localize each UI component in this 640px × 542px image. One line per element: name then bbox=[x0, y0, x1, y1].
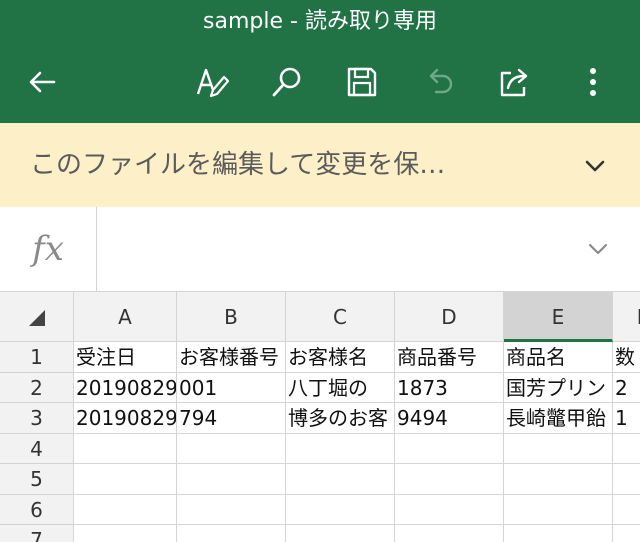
cell-a7[interactable] bbox=[74, 525, 177, 542]
chevron-down-icon[interactable] bbox=[580, 151, 610, 181]
save-disk-icon bbox=[347, 67, 377, 97]
draw-pen-icon bbox=[196, 68, 230, 98]
chevron-down-icon[interactable] bbox=[584, 235, 612, 263]
cell-e1[interactable]: 商品名 bbox=[504, 342, 613, 373]
cell-b1[interactable]: お客様番号 bbox=[177, 342, 286, 373]
row-header-5[interactable]: 5 bbox=[0, 464, 74, 495]
cell-a2[interactable]: 20190829 bbox=[74, 372, 177, 403]
row-header-7[interactable]: 7 bbox=[0, 525, 74, 542]
cell-a1[interactable]: 受注日 bbox=[74, 342, 177, 373]
cell-d6[interactable] bbox=[395, 494, 504, 525]
cell-d4[interactable] bbox=[395, 433, 504, 464]
cell-f5[interactable] bbox=[613, 464, 640, 495]
cell-f6[interactable] bbox=[613, 495, 640, 525]
read-only-banner[interactable]: このファイルを編集して変更を保… bbox=[0, 123, 640, 207]
column-header-f[interactable]: F bbox=[613, 292, 640, 342]
cell-c3[interactable]: 博多のお客 bbox=[286, 403, 395, 434]
row-header-2[interactable]: 2 bbox=[0, 372, 74, 403]
column-header-a[interactable]: A bbox=[74, 292, 177, 342]
row-header-1[interactable]: 1 bbox=[0, 342, 74, 373]
more-options-button[interactable] bbox=[569, 58, 617, 106]
more-vertical-icon bbox=[590, 68, 596, 96]
cell-b6[interactable] bbox=[177, 494, 286, 525]
cell-c5[interactable] bbox=[286, 464, 395, 495]
window-title: sample - 読み取り専用 bbox=[203, 9, 437, 34]
cell-f4[interactable] bbox=[613, 434, 640, 464]
cell-e5[interactable] bbox=[504, 464, 613, 495]
cell-e4[interactable] bbox=[504, 433, 613, 464]
cell-d3[interactable]: 9494 bbox=[395, 403, 504, 434]
column-header-b[interactable]: B bbox=[177, 292, 286, 342]
cell-e2[interactable]: 国芳プリン bbox=[504, 372, 613, 403]
cell-a6[interactable] bbox=[74, 494, 177, 525]
fx-label: fx bbox=[0, 207, 97, 291]
undo-icon bbox=[429, 68, 453, 94]
back-button[interactable] bbox=[18, 58, 66, 106]
cell-e7[interactable] bbox=[504, 525, 613, 542]
cell-d2[interactable]: 1873 bbox=[395, 372, 504, 403]
cell-b4[interactable] bbox=[177, 433, 286, 464]
spreadsheet-grid[interactable]: ABCDEF1受注日お客様番号お客様名商品番号商品名数220190829001八… bbox=[0, 292, 640, 542]
cell-e6[interactable] bbox=[504, 494, 613, 525]
cell-d1[interactable]: 商品番号 bbox=[395, 342, 504, 373]
save-button[interactable] bbox=[338, 58, 386, 106]
cell-c7[interactable] bbox=[286, 525, 395, 542]
share-icon bbox=[500, 68, 528, 97]
cell-c1[interactable]: お客様名 bbox=[286, 342, 395, 373]
undo-button[interactable] bbox=[416, 58, 464, 106]
cell-d5[interactable] bbox=[395, 464, 504, 495]
cell-c4[interactable] bbox=[286, 433, 395, 464]
cell-a5[interactable] bbox=[74, 464, 177, 495]
app-header: sample - 読み取り専用 bbox=[0, 0, 640, 123]
search-button[interactable] bbox=[263, 58, 311, 106]
cell-b3[interactable]: 794 bbox=[177, 403, 286, 434]
banner-text: このファイルを編集して変更を保… bbox=[30, 150, 446, 180]
cell-a3[interactable]: 20190829 bbox=[74, 403, 177, 434]
back-arrow-icon bbox=[29, 71, 56, 93]
row-header-6[interactable]: 6 bbox=[0, 494, 74, 525]
cell-f2[interactable]: 2 bbox=[613, 373, 640, 403]
cell-f1[interactable]: 数 bbox=[613, 342, 640, 373]
draw-button[interactable] bbox=[188, 58, 236, 106]
cell-b7[interactable] bbox=[177, 525, 286, 542]
select-all-triangle-icon bbox=[29, 310, 45, 326]
cell-c2[interactable]: 八丁堀の bbox=[286, 372, 395, 403]
select-all-corner[interactable] bbox=[0, 292, 74, 342]
column-header-e[interactable]: E bbox=[504, 292, 613, 342]
cell-f7[interactable] bbox=[613, 525, 640, 542]
column-header-d[interactable]: D bbox=[395, 292, 504, 342]
cell-b5[interactable] bbox=[177, 464, 286, 495]
row-header-3[interactable]: 3 bbox=[0, 403, 74, 434]
share-button[interactable] bbox=[491, 58, 539, 106]
cell-a4[interactable] bbox=[74, 433, 177, 464]
column-header-c[interactable]: C bbox=[286, 292, 395, 342]
cell-d7[interactable] bbox=[395, 525, 504, 542]
cell-e3[interactable]: 長崎鼈甲飴 bbox=[504, 403, 613, 434]
search-icon bbox=[272, 67, 301, 97]
cell-c6[interactable] bbox=[286, 494, 395, 525]
row-header-4[interactable]: 4 bbox=[0, 433, 74, 464]
cell-f3[interactable]: 1 bbox=[613, 403, 640, 434]
formula-bar[interactable]: fx bbox=[0, 207, 640, 292]
cell-b2[interactable]: 001 bbox=[177, 372, 286, 403]
